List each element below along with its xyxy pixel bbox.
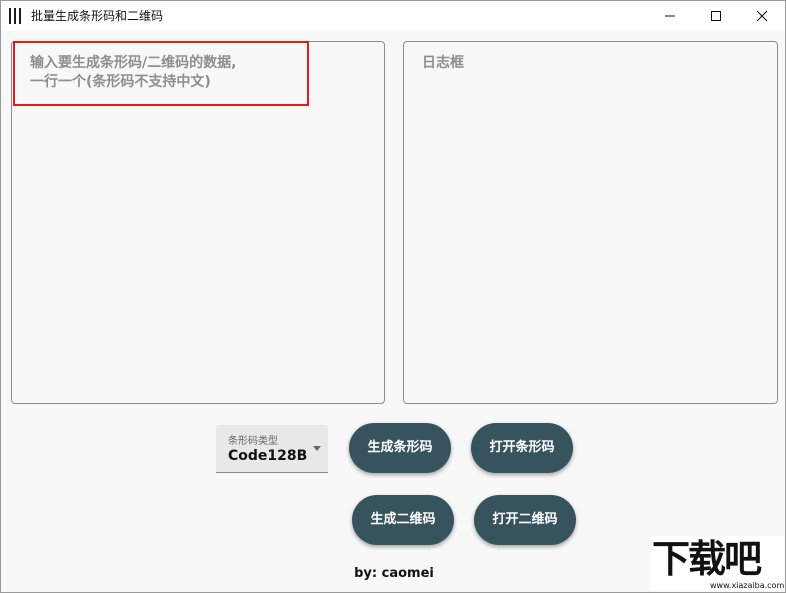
maximize-button[interactable] bbox=[693, 1, 739, 31]
generate-barcode-button[interactable]: 生成条形码 bbox=[349, 423, 451, 473]
minimize-icon bbox=[665, 15, 675, 17]
title-bar[interactable]: 批量生成条形码和二维码 bbox=[1, 1, 785, 31]
app-window: 批量生成条形码和二维码 输入要生成条形码/二维码的数据, 一行一个(条形码不支持… bbox=[0, 0, 786, 593]
watermark-logo: 下载吧 www.xiazaiba.com bbox=[650, 536, 784, 591]
watermark-text: 下载吧 bbox=[652, 537, 762, 581]
open-qrcode-button[interactable]: 打开二维码 bbox=[474, 495, 576, 545]
watermark-url: www.xiazaiba.com bbox=[710, 581, 785, 590]
log-placeholder: 日志框 bbox=[422, 55, 464, 71]
author-credit: by: caomei bbox=[354, 566, 434, 581]
close-button[interactable] bbox=[739, 1, 785, 31]
log-textarea[interactable]: 日志框 bbox=[403, 41, 778, 404]
close-icon bbox=[756, 10, 768, 22]
generate-qrcode-button[interactable]: 生成二维码 bbox=[352, 495, 454, 545]
maximize-icon bbox=[711, 11, 721, 21]
dropdown-arrow-icon bbox=[313, 446, 321, 451]
minimize-button[interactable] bbox=[647, 1, 693, 31]
highlight-box bbox=[13, 41, 309, 106]
window-title: 批量生成条形码和二维码 bbox=[31, 9, 164, 23]
open-barcode-button[interactable]: 打开条形码 bbox=[471, 423, 573, 473]
barcode-type-select[interactable]: 条形码类型 Code128B bbox=[216, 425, 328, 473]
barcode-type-label: 条形码类型 bbox=[228, 436, 278, 447]
barcode-type-value: Code128B bbox=[228, 448, 308, 464]
barcode-app-icon bbox=[9, 8, 23, 24]
